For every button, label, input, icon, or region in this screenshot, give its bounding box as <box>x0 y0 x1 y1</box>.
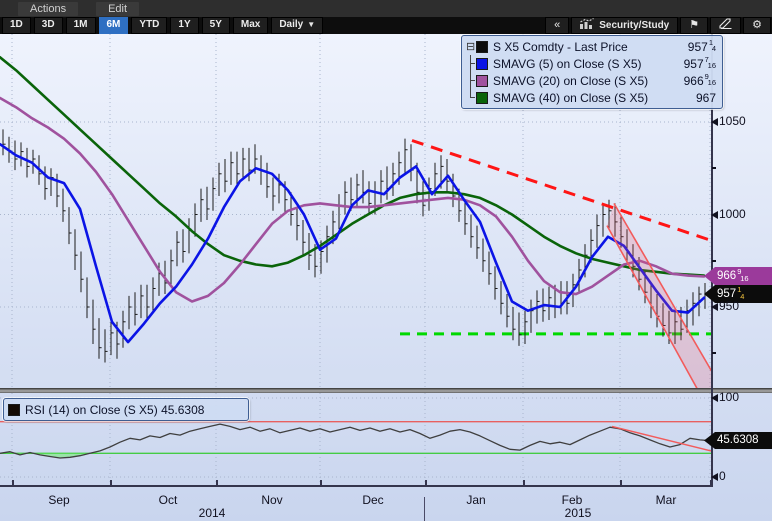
rsi-legend: RSI (14) on Close (S X5) 45.6308 <box>3 398 249 421</box>
rsi-tick-arrow <box>711 394 718 402</box>
x-axis-year-label: 2015 <box>565 506 592 520</box>
rsi-value-badge: 45.6308 <box>704 432 772 449</box>
range-button-1d[interactable]: 1D <box>2 17 31 34</box>
range-button-1y[interactable]: 1Y <box>170 17 198 34</box>
chevrons-left-icon: « <box>554 19 560 32</box>
x-axis-month-label: Nov <box>261 493 282 507</box>
edit-menu[interactable]: Edit <box>96 2 139 16</box>
series-swatch-rsi <box>8 404 20 416</box>
security-study-button[interactable]: Security/Study <box>571 17 678 34</box>
price-minor-tick <box>712 167 716 169</box>
x-axis-tick <box>320 480 322 485</box>
x-axis-tick <box>710 480 712 485</box>
bloomberg-chart-window: Actions Edit 1D 3D 1M 6M YTD 1Y 5Y Max D… <box>0 0 772 521</box>
legend-label: SMAVG (40) on Close (S X5) <box>493 91 648 105</box>
x-axis-tick <box>12 480 14 485</box>
legend-value: 957716 <box>684 57 716 71</box>
year-divider-line <box>424 497 425 521</box>
x-axis-month-label: Dec <box>362 493 383 507</box>
chart-icon <box>580 18 594 33</box>
range-button-3d[interactable]: 3D <box>34 17 63 34</box>
chevron-down-icon: ▼ <box>307 20 315 29</box>
tree-branch <box>466 89 476 106</box>
chart-toolbar: 1D 3D 1M 6M YTD 1Y 5Y Max Daily ▼ « Secur… <box>0 17 772 34</box>
x-axis-tick <box>216 480 218 485</box>
security-study-label: Security/Study <box>599 19 669 32</box>
range-button-6m-active[interactable]: 6M <box>99 17 129 34</box>
annotate-button[interactable] <box>710 17 741 34</box>
tree-branch <box>466 55 476 72</box>
x-axis-tick <box>620 480 622 485</box>
legend-row-last-price[interactable]: ⊟ S X5 Comdty - Last Price 95714 <box>466 38 716 55</box>
legend-row-sma20[interactable]: SMAVG (20) on Close (S X5) 966916 <box>466 72 716 89</box>
range-button-ytd[interactable]: YTD <box>131 17 167 34</box>
price-tick-arrow <box>711 303 718 311</box>
flag-icon: ⚑ <box>689 19 699 32</box>
x-axis-tick <box>110 480 112 485</box>
x-axis-tick <box>523 480 525 485</box>
legend-label: SMAVG (5) on Close (S X5) <box>493 57 642 71</box>
x-axis-month-label: Sep <box>48 493 69 507</box>
sma20-price-badge: 966916 <box>704 267 772 285</box>
series-swatch-last-price <box>476 41 488 53</box>
period-dropdown[interactable]: Daily ▼ <box>271 17 323 34</box>
tree-collapse-icon[interactable]: ⊟ <box>466 40 476 53</box>
rsi-axis-label: 0 <box>719 469 726 483</box>
range-button-max[interactable]: Max <box>233 17 268 34</box>
settings-button[interactable]: ⚙ <box>743 17 771 34</box>
legend-label: S X5 Comdty - Last Price <box>493 40 628 54</box>
price-axis-label: 1050 <box>719 114 746 128</box>
x-axis-line <box>0 485 713 487</box>
period-label: Daily <box>279 19 303 30</box>
legend-row-sma5[interactable]: SMAVG (5) on Close (S X5) 957716 <box>466 55 716 72</box>
price-axis-label: 1000 <box>719 207 746 221</box>
range-button-5y[interactable]: 5Y <box>202 17 230 34</box>
legend-value: 966916 <box>684 74 716 88</box>
legend-label: RSI (14) on Close (S X5) <box>25 403 158 417</box>
rsi-axis-label: 100 <box>719 390 739 404</box>
menu-bar: Actions Edit <box>0 0 772 17</box>
price-minor-tick <box>712 352 716 354</box>
legend-label: SMAVG (20) on Close (S X5) <box>493 74 648 88</box>
series-swatch-sma20 <box>476 75 488 87</box>
x-axis-month-label: Feb <box>562 493 583 507</box>
series-swatch-sma5 <box>476 58 488 70</box>
x-axis-month-label: Oct <box>159 493 178 507</box>
actions-menu[interactable]: Actions <box>18 2 78 16</box>
price-minor-tick <box>712 260 716 262</box>
x-axis-tick <box>425 480 427 485</box>
legend-value: 45.6308 <box>161 403 204 417</box>
flag-button[interactable]: ⚑ <box>680 17 708 34</box>
x-axis-month-label: Mar <box>656 493 677 507</box>
legend-row-rsi[interactable]: RSI (14) on Close (S X5) 45.6308 <box>8 401 242 418</box>
price-legend: ⊟ S X5 Comdty - Last Price 95714 SMAVG (… <box>461 35 723 109</box>
chart-area: ⊟ S X5 Comdty - Last Price 95714 SMAVG (… <box>0 34 772 521</box>
x-axis-year-label: 2014 <box>199 506 226 520</box>
collapse-button[interactable]: « <box>545 17 569 34</box>
price-tick-arrow <box>711 211 718 219</box>
price-tick-arrow <box>711 118 718 126</box>
legend-value: 95714 <box>688 40 716 54</box>
rsi-tick-arrow <box>711 473 718 481</box>
x-axis-month-label: Jan <box>466 493 485 507</box>
series-swatch-sma40 <box>476 92 488 104</box>
range-button-1m[interactable]: 1M <box>66 17 96 34</box>
legend-row-sma40[interactable]: SMAVG (40) on Close (S X5) 967 <box>466 89 716 106</box>
pencil-icon <box>719 18 732 33</box>
price-axis-label: 950 <box>719 299 739 313</box>
legend-value: 967 <box>696 91 716 105</box>
tree-branch <box>466 72 476 89</box>
gear-icon: ⚙ <box>752 19 762 32</box>
